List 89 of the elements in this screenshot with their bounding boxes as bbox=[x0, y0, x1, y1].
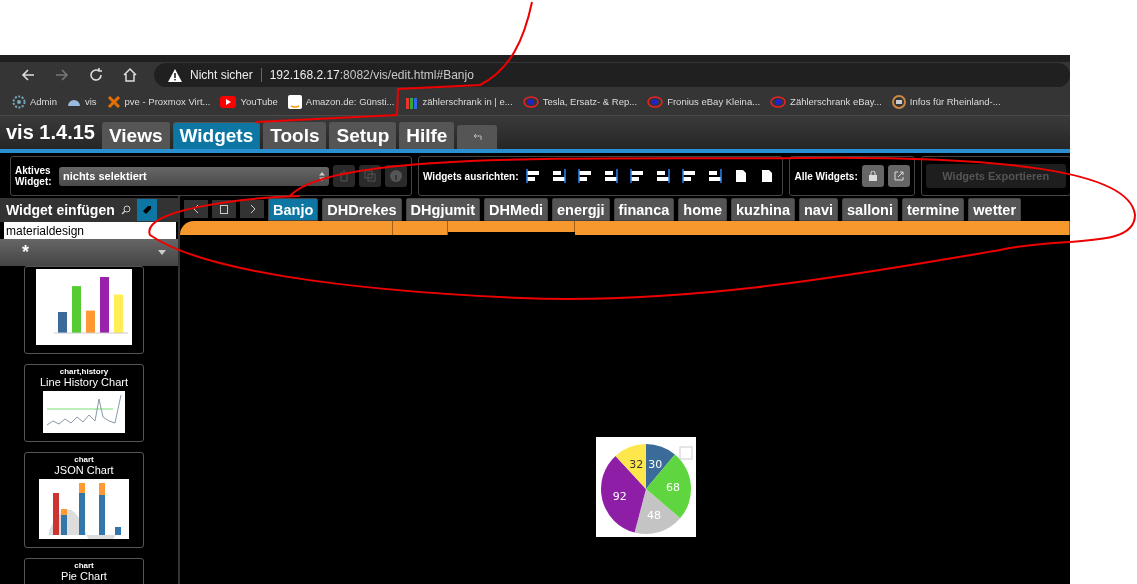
bookmark[interactable]: zählerschrank in | e... bbox=[404, 94, 513, 109]
bookmark[interactable]: Amazon.de: Günsti... bbox=[287, 94, 395, 109]
view-tab[interactable]: salloni bbox=[842, 198, 898, 221]
pie-chart-widget[interactable]: 30 68 48 92 32 bbox=[596, 437, 696, 537]
slice-label: 48 bbox=[647, 508, 662, 522]
view-tab[interactable]: DHgjumit bbox=[405, 198, 481, 221]
delete-button[interactable] bbox=[333, 165, 355, 187]
menu-tab[interactable]: Setup bbox=[329, 122, 397, 149]
widget-tags: chart,history bbox=[59, 367, 109, 376]
view-tab[interactable]: financa bbox=[613, 198, 675, 221]
updown-icon bbox=[319, 171, 325, 181]
ring-icon bbox=[647, 95, 664, 108]
all-widgets-label: Alle Widgets: bbox=[794, 170, 858, 182]
chevron-right-icon bbox=[249, 204, 255, 213]
slice-label: 32 bbox=[629, 457, 644, 471]
palette-title: Widget einfügen bbox=[6, 202, 115, 218]
copy-button[interactable] bbox=[359, 165, 381, 187]
security-label: Nicht sicher bbox=[190, 68, 253, 82]
widget-card[interactable]: chart Pie Chart bbox=[24, 558, 144, 584]
bookmark[interactable]: YouTube bbox=[220, 95, 278, 108]
widget-select[interactable]: nichts selektiert bbox=[59, 166, 329, 186]
page-icon[interactable] bbox=[760, 169, 775, 183]
widget-card[interactable] bbox=[24, 266, 144, 354]
view-tab[interactable]: navi bbox=[799, 198, 838, 221]
circle-icon bbox=[891, 94, 906, 109]
bookmark[interactable]: Infos für Rheinland-... bbox=[891, 94, 1001, 109]
widget-card[interactable]: chart,history Line History Chart bbox=[24, 364, 144, 442]
external-link-icon bbox=[893, 171, 904, 181]
align-left-icon[interactable] bbox=[526, 169, 541, 183]
undo-icon bbox=[472, 133, 483, 141]
align-bottom-icon[interactable] bbox=[604, 169, 619, 183]
slice-label: 30 bbox=[648, 457, 663, 471]
bookmark[interactable]: vis bbox=[66, 94, 97, 109]
widget-name: JSON Chart bbox=[54, 464, 114, 476]
bookmark[interactable]: Tesla, Ersatz- & Rep... bbox=[522, 95, 638, 108]
view-tab[interactable]: wetter bbox=[968, 198, 1022, 221]
menu-tab[interactable]: Hilfe bbox=[399, 122, 455, 149]
url-text: 192.168.2.17:8082/vis/edit.html#Banjo bbox=[269, 68, 474, 82]
info-button[interactable] bbox=[385, 165, 407, 187]
chevron-left-icon bbox=[193, 204, 199, 213]
view-tab[interactable]: DHMedi bbox=[484, 198, 549, 221]
bookmark[interactable]: Fronius eBay Kleina... bbox=[647, 95, 761, 108]
play-icon bbox=[220, 95, 237, 108]
menu-tab[interactable]: Widgets bbox=[172, 122, 261, 149]
warning-icon bbox=[168, 68, 182, 82]
align-right-icon[interactable] bbox=[552, 169, 567, 183]
external-link-button[interactable] bbox=[887, 165, 910, 187]
trash-icon bbox=[339, 170, 349, 182]
active-widget-label: Aktives Widget: bbox=[15, 165, 53, 187]
lock-button[interactable] bbox=[861, 165, 884, 187]
page-icon[interactable] bbox=[734, 169, 749, 183]
view-tab[interactable]: kuzhina bbox=[731, 198, 795, 221]
gear-icon bbox=[12, 94, 26, 109]
filter-field[interactable]: materialdesign bbox=[4, 222, 176, 239]
undo-button[interactable] bbox=[457, 125, 498, 149]
address-bar[interactable]: Nicht sicher 192.168.2.17:8082/vis/edit.html#Banjo bbox=[154, 63, 1070, 87]
widget-card[interactable]: chart JSON Chart bbox=[24, 452, 144, 548]
view-tab[interactable]: Banjo bbox=[268, 198, 319, 221]
app-title: vis 1.4.15 bbox=[6, 121, 95, 144]
slice-label: 92 bbox=[612, 489, 627, 503]
menu-tab[interactable]: Views bbox=[101, 122, 170, 149]
view-tab[interactable]: home bbox=[678, 198, 727, 221]
info-icon bbox=[390, 170, 402, 182]
align-top-icon[interactable] bbox=[578, 169, 593, 183]
menu-tab[interactable]: Tools bbox=[263, 122, 327, 149]
checkbox-icon bbox=[679, 446, 693, 460]
caret-icon bbox=[158, 250, 166, 255]
ring-icon bbox=[770, 95, 787, 108]
widget-tags: chart bbox=[74, 561, 94, 570]
slice-label: 68 bbox=[665, 480, 680, 494]
bookmark[interactable]: Admin bbox=[12, 94, 57, 109]
tag-icon bbox=[141, 205, 152, 215]
ring-icon bbox=[522, 95, 539, 108]
search-icon[interactable] bbox=[120, 205, 131, 215]
widget-name: Line History Chart bbox=[39, 376, 128, 388]
widget-tags: chart bbox=[74, 455, 94, 464]
align-label: Widgets ausrichten: bbox=[423, 170, 519, 182]
bookmark[interactable]: Zählerschrank eBay... bbox=[770, 95, 882, 108]
lock-icon bbox=[868, 171, 877, 181]
page-icon bbox=[220, 203, 228, 214]
view-tab[interactable]: termine bbox=[901, 198, 965, 221]
widget-set-select[interactable]: * bbox=[0, 239, 178, 266]
widget-name: Pie Chart bbox=[61, 570, 107, 582]
x-logo-icon bbox=[106, 94, 121, 109]
view-tab[interactable]: energji bbox=[552, 198, 610, 221]
view-tab[interactable]: DHDrekes bbox=[322, 198, 402, 221]
copy-icon bbox=[364, 170, 376, 182]
bookmark[interactable]: pve - Proxmox Virt... bbox=[106, 94, 211, 109]
tag-button[interactable] bbox=[136, 199, 157, 221]
